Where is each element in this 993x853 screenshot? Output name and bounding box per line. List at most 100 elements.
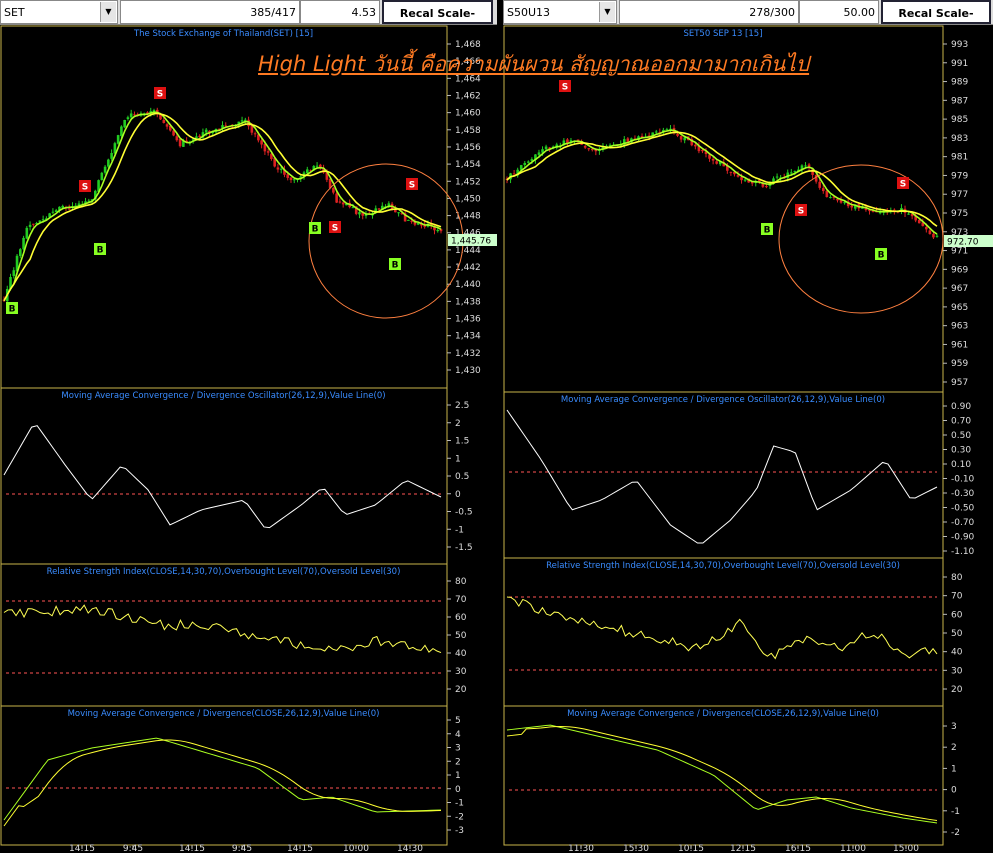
candle-body	[679, 136, 683, 140]
candle-body	[397, 212, 400, 214]
pane-title: SET50 SEP 13 [15]	[683, 29, 762, 39]
candle-body	[736, 175, 740, 177]
axis-label: 0	[455, 490, 461, 500]
candle-body	[544, 146, 548, 150]
candle-body	[537, 152, 541, 155]
axis-label: 1.5	[455, 437, 469, 447]
axis-label: 977	[951, 190, 968, 200]
axis-label: 40	[455, 649, 467, 659]
time-label: 15:00	[893, 844, 919, 853]
candle-body	[925, 226, 928, 230]
candle-body	[240, 120, 244, 122]
candle-body	[436, 229, 440, 232]
axis-label: 30	[951, 666, 963, 676]
candle-body	[676, 133, 679, 136]
candle-body	[41, 219, 45, 221]
axis-label: 20	[951, 685, 963, 695]
time-label: 9:45	[123, 844, 143, 853]
candle-body	[775, 176, 779, 178]
ma-fast-line	[506, 129, 938, 235]
left-chart-svg: The Stock Exchange of Thailand(SET) [15]…	[0, 25, 497, 853]
time-label: 14:15	[287, 844, 313, 853]
oscillator-line	[506, 409, 938, 544]
time-label: 11:00	[840, 844, 866, 853]
candle-body	[25, 227, 29, 239]
axis-label: 1,458	[455, 126, 481, 136]
axis-label: -1	[455, 799, 464, 809]
candle-body	[917, 219, 921, 224]
axis-label: 2	[455, 757, 461, 767]
candle-body	[100, 172, 104, 181]
signal-label: B	[97, 246, 104, 256]
axis-label: 30	[455, 667, 467, 677]
candle-body	[110, 153, 113, 159]
axis-label: 971	[951, 247, 968, 257]
candle-body	[204, 129, 208, 133]
candle-body	[715, 161, 718, 164]
candle-body	[351, 207, 355, 209]
pane-title: Moving Average Convergence / Divergence …	[561, 395, 885, 405]
candle-body	[162, 119, 166, 123]
candle-body	[590, 149, 594, 151]
axis-label: -0.30	[951, 489, 975, 499]
axis-label: 5	[455, 716, 461, 726]
oscillator-line	[3, 425, 442, 529]
signal-line	[3, 739, 442, 827]
axis-label: 1,444	[455, 246, 481, 256]
candle-body	[260, 140, 263, 145]
candle-body	[377, 208, 381, 210]
candle-body	[32, 223, 35, 225]
signal-label: S	[562, 83, 568, 93]
axis-label: 1	[951, 764, 957, 774]
candle-body	[683, 137, 686, 141]
axis-label: 959	[951, 359, 968, 369]
time-label: 9:45	[232, 844, 252, 853]
axis-label: -2	[455, 812, 464, 822]
axis-label: 1,432	[455, 349, 481, 359]
axis-label: 1,462	[455, 91, 481, 101]
candle-body	[107, 159, 110, 167]
axis-label: -1	[951, 807, 960, 817]
axis-label: -1	[455, 525, 464, 535]
candle-body	[332, 188, 335, 193]
axis-label: 80	[455, 577, 467, 587]
axis-label: 3	[455, 744, 461, 754]
signal-label: B	[392, 261, 399, 271]
pane-frame	[503, 557, 944, 707]
candle-body	[843, 202, 846, 204]
pane-title: Moving Average Convergence / Divergence(…	[567, 709, 879, 719]
candle-body	[51, 211, 55, 213]
candle-body	[765, 186, 768, 188]
axis-label: 0.30	[951, 446, 971, 456]
candle-body	[743, 179, 747, 181]
axis-label: 967	[951, 284, 968, 294]
candle-body	[523, 162, 527, 165]
axis-label: 1,440	[455, 280, 481, 290]
axis-label: 989	[951, 78, 968, 88]
axis-label: 1,430	[455, 366, 481, 376]
highlight-circle	[308, 163, 464, 319]
axis-label: 2	[951, 743, 957, 753]
candle-body	[694, 144, 697, 147]
axis-label: 1,436	[455, 315, 481, 325]
candle-body	[829, 197, 832, 199]
axis-label: 20	[455, 685, 467, 695]
axis-label: -0.90	[951, 533, 975, 543]
axis-label: 2.5	[455, 401, 469, 411]
candle-body	[120, 126, 123, 137]
signal-label: B	[764, 226, 771, 236]
pane-title: Moving Average Convergence / Divergence(…	[68, 709, 380, 719]
candle-body	[818, 181, 822, 188]
axis-label: 987	[951, 96, 968, 106]
signal-label: S	[798, 207, 804, 217]
axis-label: 50	[951, 629, 963, 639]
candle-body	[123, 119, 126, 128]
pane-title: Moving Average Convergence / Divergence …	[61, 391, 385, 401]
candle-body	[932, 233, 935, 238]
candle-body	[407, 219, 410, 221]
time-label: 12:15	[730, 844, 756, 853]
highlight-circle	[778, 164, 944, 314]
candle-body	[583, 145, 587, 148]
candle-body	[279, 168, 283, 170]
axis-label: 50	[455, 631, 467, 641]
